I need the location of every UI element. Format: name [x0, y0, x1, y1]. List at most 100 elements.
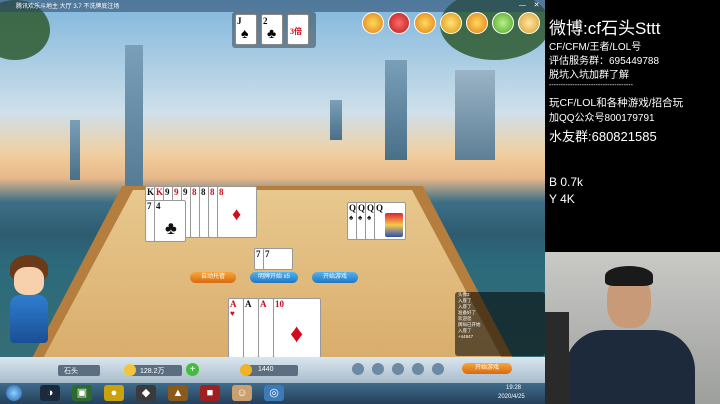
stat-b: B 0.7k — [549, 175, 584, 189]
minimize-button[interactable]: — — [518, 1, 527, 10]
chat-panel[interactable]: 头像3 入座了 入座了 准备好了 欢迎您 牌局已开始 入座了 +44847 — [455, 292, 545, 356]
card-rank: Q — [358, 203, 366, 213]
taskbar-time: 19:28 — [506, 385, 522, 391]
beans-field: 128.2万 — [124, 364, 182, 376]
player-avatar[interactable] — [6, 255, 52, 355]
overlay-accounts: CF/CFM/王者/LOL号 — [549, 42, 642, 53]
auto-play-button[interactable]: 自动托管 — [190, 272, 236, 283]
skyline-tower-4 — [455, 70, 495, 160]
title-bar[interactable]: 腾讯欢乐斗地主 大厅 3.7 不洗牌底注场 — ✕ — [0, 0, 545, 12]
taskbar-app-icon[interactable]: ◆ — [136, 385, 156, 401]
skyline-tower-5 — [330, 100, 342, 140]
bottom-start-button[interactable]: 开始游戏 — [462, 363, 512, 374]
multiplier-badge: 3倍 — [287, 14, 309, 45]
card-rank: K — [156, 187, 164, 197]
landlord-card-2: 2 ♣ — [261, 14, 283, 45]
card-rank: 7 — [265, 249, 270, 259]
taskbar-app-icon[interactable]: ☺ — [232, 385, 252, 401]
card-rank: K — [147, 187, 155, 197]
hand-cards: A ♥ A A 10 ♦ — [228, 298, 323, 358]
toolbar-icon[interactable] — [412, 363, 424, 375]
webcam-chair — [545, 312, 569, 404]
skyline-tower-3 — [385, 60, 407, 160]
player-name: 石头 — [64, 368, 78, 375]
add-beans-icon[interactable]: + — [186, 363, 199, 376]
card-4: 4 ♣ — [154, 200, 186, 242]
queen-face-icon — [385, 213, 403, 237]
menu-icon[interactable] — [518, 12, 540, 34]
card-rank: 9 — [174, 187, 179, 197]
webcam-streamer-hair — [605, 266, 653, 286]
overlay-service-group: 评估服务群：695449788 — [549, 56, 660, 67]
skyline-tower-2 — [70, 120, 80, 180]
card-rank: 10 — [275, 299, 284, 309]
activity-icon[interactable] — [466, 12, 488, 34]
overlay-separator: ------------------------------------ — [549, 82, 633, 89]
card-rank: 8 — [210, 187, 215, 197]
card-rank: 4 — [156, 201, 161, 211]
heart-suit-icon: ♥ — [230, 309, 235, 318]
gift-icon[interactable] — [388, 12, 410, 34]
diamond-suit-icon: ♦ — [232, 204, 242, 224]
card-rank: 8 — [219, 187, 224, 197]
taskbar-app-icon[interactable]: ▲ — [168, 385, 188, 401]
start-menu-icon[interactable] — [6, 385, 22, 401]
webcam-streamer-body — [565, 330, 695, 404]
toolbar-icon[interactable] — [432, 363, 444, 375]
taskbar-app-icon[interactable]: ▣ — [72, 385, 92, 401]
taskbar-date: 2020/4/25 — [498, 394, 525, 400]
overlay-weibo: 微博:cf石头Sttt — [549, 19, 661, 38]
club-suit-icon: ♣ — [165, 218, 177, 238]
taskbar-app-icon[interactable]: ◑ — [40, 385, 60, 401]
card-rank: 7 — [256, 249, 261, 259]
hand-card-a2[interactable]: A — [243, 298, 259, 358]
game-window: 腾讯欢乐斗地主 大厅 3.7 不洗牌底注场 — ✕ J ♠ 2 ♣ 3倍 K K… — [0, 0, 545, 404]
card-rank: Q — [349, 203, 357, 213]
settings-icon[interactable] — [362, 12, 384, 34]
player-name-field: 石头 — [58, 365, 100, 376]
card-q4: Q — [374, 202, 406, 240]
overlay-qq: 加QQ公众号800179791 — [549, 113, 655, 124]
taskbar-app-icon[interactable]: ● — [104, 385, 124, 401]
task-icon[interactable] — [414, 12, 436, 34]
card-rank: 7 — [147, 201, 152, 211]
center-played-cards: 7 7 — [254, 248, 294, 270]
card-7b: 7 — [263, 248, 293, 270]
shop-icon[interactable] — [440, 12, 462, 34]
close-button[interactable]: ✕ — [532, 1, 541, 10]
avatar-body — [10, 295, 48, 343]
start-game-button[interactable]: 开始游戏 — [312, 272, 358, 283]
left-played-cards-row2: 7 4 ♣ — [145, 200, 186, 242]
hand-card-a3[interactable]: A — [258, 298, 274, 358]
card-rank: A — [230, 299, 237, 309]
multiplier-text: 3倍 — [290, 27, 302, 36]
chat-line: +44847 — [458, 334, 474, 339]
mail-icon[interactable] — [492, 12, 514, 34]
diamond-suit-icon: ♦ — [290, 319, 304, 348]
toolbar-icon[interactable] — [392, 363, 404, 375]
overlay-play-with: 玩CF/LOL和各种游戏/招合玩 — [549, 97, 684, 109]
hand-card-10[interactable]: 10 ♦ — [273, 298, 321, 358]
toolbar-icon[interactable] — [372, 363, 384, 375]
bottom-status-bar: 石头 128.2万 + 1440 开始游戏 — [0, 357, 545, 383]
taskbar-app-icon[interactable]: ◎ — [264, 385, 284, 401]
gold-icon — [240, 364, 252, 376]
taskbar-app-icon[interactable]: ■ — [200, 385, 220, 401]
toolbar-icon[interactable] — [352, 363, 364, 375]
hand-card-a1[interactable]: A ♥ — [228, 298, 244, 358]
card-8d: 8 ♦ — [217, 186, 257, 238]
landlord-card-1-suit: ♠ — [241, 27, 249, 42]
gold-field: 1440 — [240, 364, 298, 376]
card-rank: A — [260, 299, 267, 309]
window-title: 腾讯欢乐斗地主 大厅 3.7 不洗牌底注场 — [16, 4, 120, 10]
card-rank: 9 — [165, 187, 170, 197]
bean-icon — [124, 364, 136, 376]
webcam-feed — [545, 252, 720, 404]
card-rank: 9 — [183, 187, 188, 197]
card-rank: Q — [376, 203, 384, 213]
overlay-fan-group: 水友群:680821585 — [549, 129, 657, 144]
card-rank: 8 — [201, 187, 206, 197]
card-rank: A — [245, 299, 252, 309]
show-cards-start-button[interactable]: 明牌开始 x5 — [250, 272, 298, 283]
landlord-card-1-rank: J — [237, 16, 242, 26]
